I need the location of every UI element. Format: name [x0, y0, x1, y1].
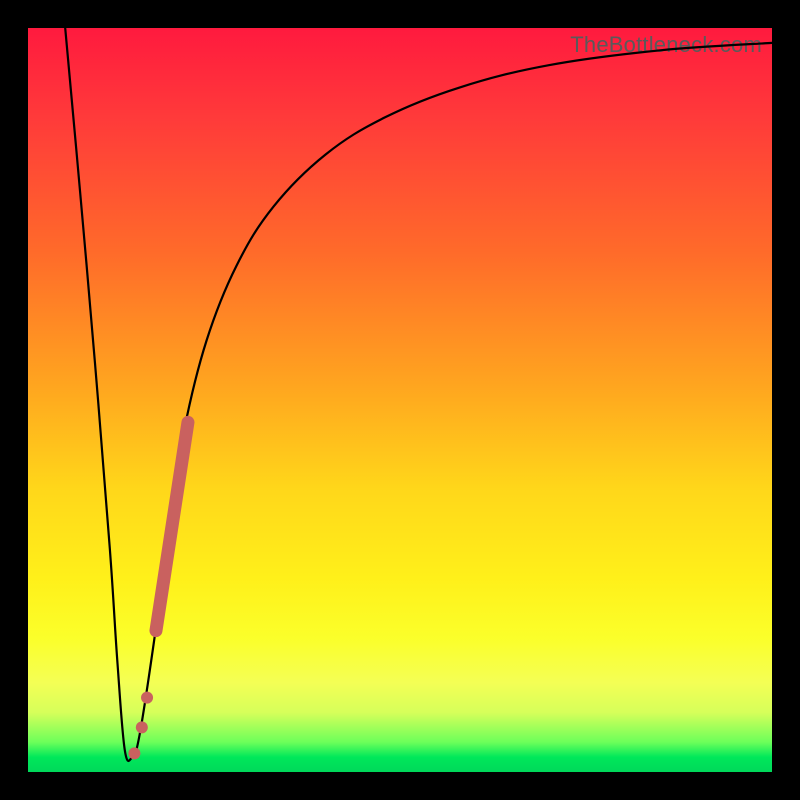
small-dot-2 [141, 692, 153, 704]
chart-frame: TheBottleneck.com [0, 0, 800, 800]
plot-area: TheBottleneck.com [28, 28, 772, 772]
bottleneck-curve [65, 28, 772, 761]
curve-layer [65, 28, 772, 761]
marker-layer [128, 422, 188, 759]
small-dot-3 [128, 747, 140, 759]
chart-svg [28, 28, 772, 772]
thick-red-segment [156, 422, 188, 630]
small-dot-1 [136, 721, 148, 733]
